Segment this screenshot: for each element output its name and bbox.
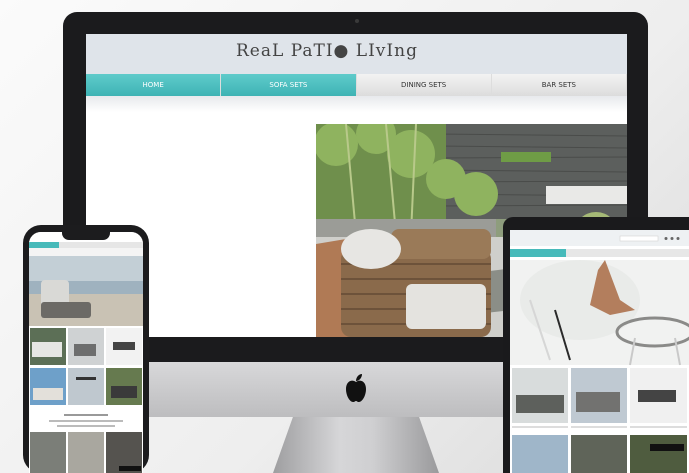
nav-home[interactable]: HOME [86,74,222,96]
imac-camera [355,19,359,23]
nav-shadow [86,96,627,112]
nav-sofa-sets[interactable]: SOFA SETS [221,74,357,96]
nav-dining-sets[interactable]: DINING SETS [356,74,492,96]
site-logo[interactable]: ReaL PaTI● LIvIng [236,41,418,61]
apple-logo-icon [343,373,369,403]
main-nav: HOME SOFA SETS DINING SETS BAR SETS [86,74,627,96]
imac-stand [273,417,439,473]
tablet-screen [510,230,689,473]
phone-screen [29,232,143,473]
site-header: ReaL PaTI● LIvIng [86,34,627,74]
nav-bar-sets[interactable]: BAR SETS [491,74,627,96]
phone-notch [62,231,110,240]
